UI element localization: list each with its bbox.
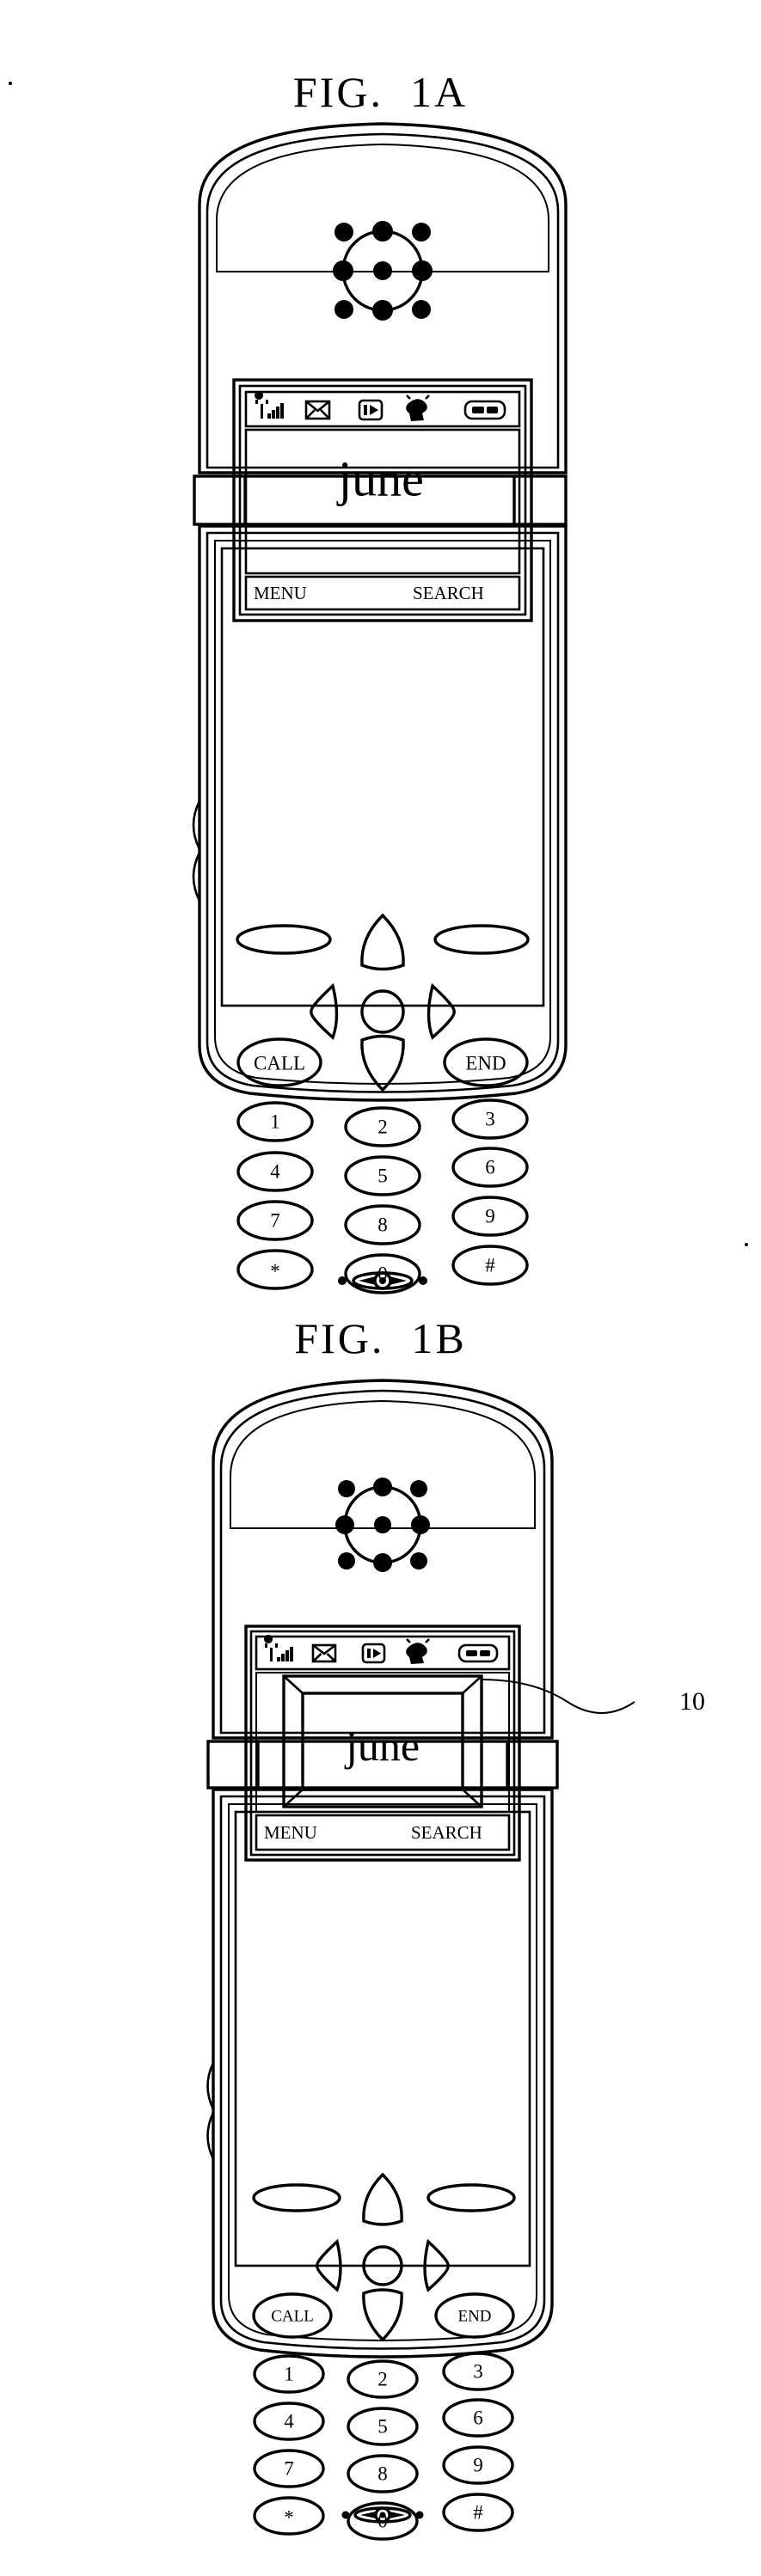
navigation-cluster[interactable]: CALL END [236, 913, 530, 1092]
patent-drawing-page: FIG. 1A june MENU SEARCH CALL END 1 2 3 … [0, 0, 761, 2576]
right-soft-key [427, 2183, 516, 2212]
nav-left-key [310, 982, 339, 1040]
key-9-label: 9 [485, 1206, 495, 1227]
key-7-label: 7 [284, 2458, 294, 2480]
key-3-label: 3 [473, 2361, 483, 2383]
left-soft-key [252, 2183, 341, 2212]
key-1-label: 1 [284, 2364, 294, 2385]
nav-right-key [427, 982, 456, 1040]
microphone [338, 1271, 427, 1290]
soft-key-right-label: SEARCH [411, 1822, 482, 1843]
display-text: june [344, 1722, 420, 1770]
earpiece-speaker [335, 1478, 430, 1572]
earpiece-speaker [333, 221, 433, 321]
nav-up-key [360, 913, 405, 971]
nav-down-key [362, 2288, 403, 2342]
nav-center-key [360, 989, 405, 1034]
alarm-icon [406, 395, 430, 421]
key-1-label: 1 [270, 1111, 280, 1133]
media-icon [361, 1643, 386, 1664]
battery-icon [463, 400, 506, 420]
key-4-label: 4 [270, 1161, 280, 1183]
call-button-label: CALL [254, 1053, 305, 1074]
key-6-label: 6 [473, 2408, 483, 2429]
signal-strength-icon [255, 391, 284, 419]
end-button-label: END [457, 2308, 491, 2326]
end-button-label: END [465, 1053, 506, 1074]
key-2-label: 2 [377, 2369, 388, 2390]
soft-key-bar: MENU SEARCH [255, 1814, 511, 1851]
nav-up-key [362, 2172, 403, 2226]
status-bar [255, 1635, 511, 1671]
key-5-label: 5 [377, 1166, 388, 1187]
key-6-label: 6 [485, 1157, 495, 1178]
soft-key-left-label: MENU [264, 1822, 317, 1843]
status-bar [244, 390, 521, 428]
signal-strength-icon [264, 1635, 293, 1661]
left-soft-key [236, 924, 332, 955]
right-soft-key [433, 924, 530, 955]
message-icon [311, 1643, 337, 1663]
display-screen: june [244, 428, 521, 575]
call-button-label: CALL [271, 2308, 314, 2326]
figure-1b-title: FIG. 1B [294, 1314, 467, 1362]
phone-lower-body [198, 524, 568, 1102]
alarm-icon [406, 1638, 430, 1664]
phone-lower-body [212, 1788, 554, 2359]
key-7-label: 7 [270, 1210, 280, 1232]
key-4-label: 4 [284, 2411, 294, 2432]
figure-1b-microphone-area [0, 2491, 761, 2568]
reference-numeral-10: 10 [679, 1687, 705, 1716]
soft-key-bar: MENU SEARCH [244, 575, 521, 611]
battery-icon [457, 1643, 499, 1663]
navigation-cluster[interactable]: CALL END [252, 2172, 516, 2342]
soft-key-right-label: SEARCH [413, 583, 484, 603]
key-8-label: 8 [377, 1215, 388, 1236]
phone-upper-body [198, 122, 568, 474]
microphone [341, 2506, 424, 2524]
key-5-label: 5 [377, 2416, 388, 2438]
key-8-label: 8 [377, 2463, 388, 2485]
figure-1b: june MENU SEARCH CALL END 1 2 3 4 5 6 7 … [0, 1360, 761, 2563]
nav-down-key [360, 1034, 405, 1092]
soft-key-left-label: MENU [254, 583, 307, 603]
message-icon [304, 400, 331, 420]
display-text: june [336, 451, 424, 507]
reference-leader-10 [481, 1679, 635, 1714]
key-2-label: 2 [377, 1117, 388, 1138]
figure-1a: june MENU SEARCH CALL END 1 2 3 4 5 6 7 … [0, 103, 761, 1306]
key-3-label: 3 [485, 1109, 495, 1130]
key-9-label: 9 [473, 2455, 483, 2476]
media-icon [358, 399, 384, 421]
